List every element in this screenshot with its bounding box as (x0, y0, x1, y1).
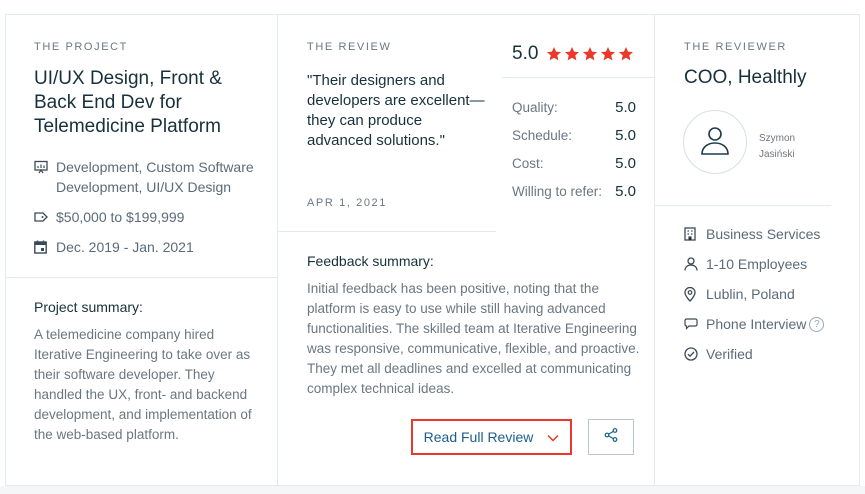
share-icon (604, 427, 618, 447)
score-label: Schedule: (512, 127, 573, 143)
project-eyebrow: THE PROJECT (34, 41, 128, 53)
location-text: Lublin, Poland (706, 286, 795, 302)
page-background-strip (0, 486, 865, 494)
score-row-schedule: Schedule: 5.0 (512, 121, 636, 149)
divider (655, 205, 831, 206)
building-icon (684, 227, 706, 241)
project-summary-text: A telemedicine company hired Iterative E… (34, 327, 252, 442)
reviewer-title: COO, Healthly (684, 67, 807, 88)
score-value: 5.0 (615, 126, 636, 144)
price-tag-icon (34, 207, 56, 227)
star-icon (583, 47, 598, 61)
score-value: 5.0 (615, 182, 636, 200)
score-row-willing-to-refer: Willing to refer: 5.0 (512, 177, 636, 205)
star-icon (601, 47, 616, 61)
industry-text: Business Services (706, 226, 821, 242)
review-column: THE REVIEW "Their designers and develope… (278, 15, 655, 485)
feedback-summary-text: Initial feedback has been positive, noti… (307, 281, 640, 396)
score-value: 5.0 (615, 154, 636, 172)
reviewer-verified: Verified (684, 346, 753, 362)
project-dates: Dec. 2019 - Jan. 2021 (34, 237, 261, 257)
star-icon (619, 47, 634, 61)
review-quote: "Their designers and developers are exce… (307, 72, 485, 149)
overall-rating: 5.0 (512, 43, 634, 65)
check-circle-icon (684, 347, 706, 361)
budget-text: $50,000 to $199,999 (56, 209, 185, 225)
reviewer-company-size: 1-10 Employees (684, 256, 807, 272)
score-label: Quality: (512, 99, 558, 115)
share-button[interactable] (588, 419, 634, 455)
divider (6, 277, 277, 278)
project-summary-label: Project summary: (34, 299, 143, 315)
score-row-quality: Quality: 5.0 (512, 93, 636, 121)
project-services: Development, Custom Software Development… (34, 157, 261, 197)
chat-bubble-icon (684, 318, 706, 330)
reviewer-eyebrow: THE REVIEWER (684, 41, 787, 53)
overall-rating-value: 5.0 (512, 43, 539, 64)
score-list: Quality: 5.0 Schedule: 5.0 Cost: 5.0 Wil… (512, 93, 636, 205)
person-icon (684, 257, 706, 271)
feedback-summary-label: Feedback summary: (307, 253, 434, 269)
verified-text: Verified (706, 346, 753, 362)
reviewer-first-name: Szymon (759, 133, 796, 144)
project-title: UI/UX Design, Front & Back End Dev for T… (34, 68, 222, 137)
score-label: Cost: (512, 155, 544, 171)
user-icon (698, 123, 732, 162)
reviewer-location: Lublin, Poland (684, 286, 795, 302)
chevron-down-icon (547, 429, 559, 445)
project-column: THE PROJECT UI/UX Design, Front & Back E… (6, 15, 278, 485)
review-card: THE PROJECT UI/UX Design, Front & Back E… (5, 14, 860, 486)
project-budget: $50,000 to $199,999 (34, 207, 261, 227)
reviewer-last-name: Jasiński (759, 149, 795, 160)
score-value: 5.0 (615, 98, 636, 116)
review-date: APR 1, 2021 (307, 197, 387, 209)
score-row-cost: Cost: 5.0 (512, 149, 636, 177)
map-pin-icon (684, 286, 706, 302)
reviewer-name: Szymon Jasiński (759, 131, 819, 163)
services-text: Development, Custom Software Development… (56, 159, 254, 195)
calendar-icon (34, 237, 56, 257)
review-eyebrow: THE REVIEW (307, 41, 392, 53)
avatar (683, 110, 747, 174)
dates-text: Dec. 2019 - Jan. 2021 (56, 239, 194, 255)
read-full-review-label: Read Full Review (423, 429, 534, 445)
reviewer-industry: Business Services (684, 226, 820, 242)
star-icon (547, 47, 562, 61)
presentation-board-icon (34, 157, 56, 177)
interview-text: Phone Interview (706, 316, 807, 332)
read-full-review-button[interactable]: Read Full Review (411, 419, 572, 455)
rating-divider (502, 77, 654, 78)
help-icon[interactable]: ? (809, 316, 825, 332)
reviewer-interview: Phone Interview ? (684, 316, 825, 332)
star-icon (565, 47, 580, 61)
reviewer-column: THE REVIEWER COO, Healthly Szymon Jasińs… (655, 15, 859, 485)
score-label: Willing to refer: (512, 183, 603, 199)
company-size-text: 1-10 Employees (706, 256, 808, 272)
star-rating (546, 46, 634, 62)
divider (278, 231, 496, 232)
